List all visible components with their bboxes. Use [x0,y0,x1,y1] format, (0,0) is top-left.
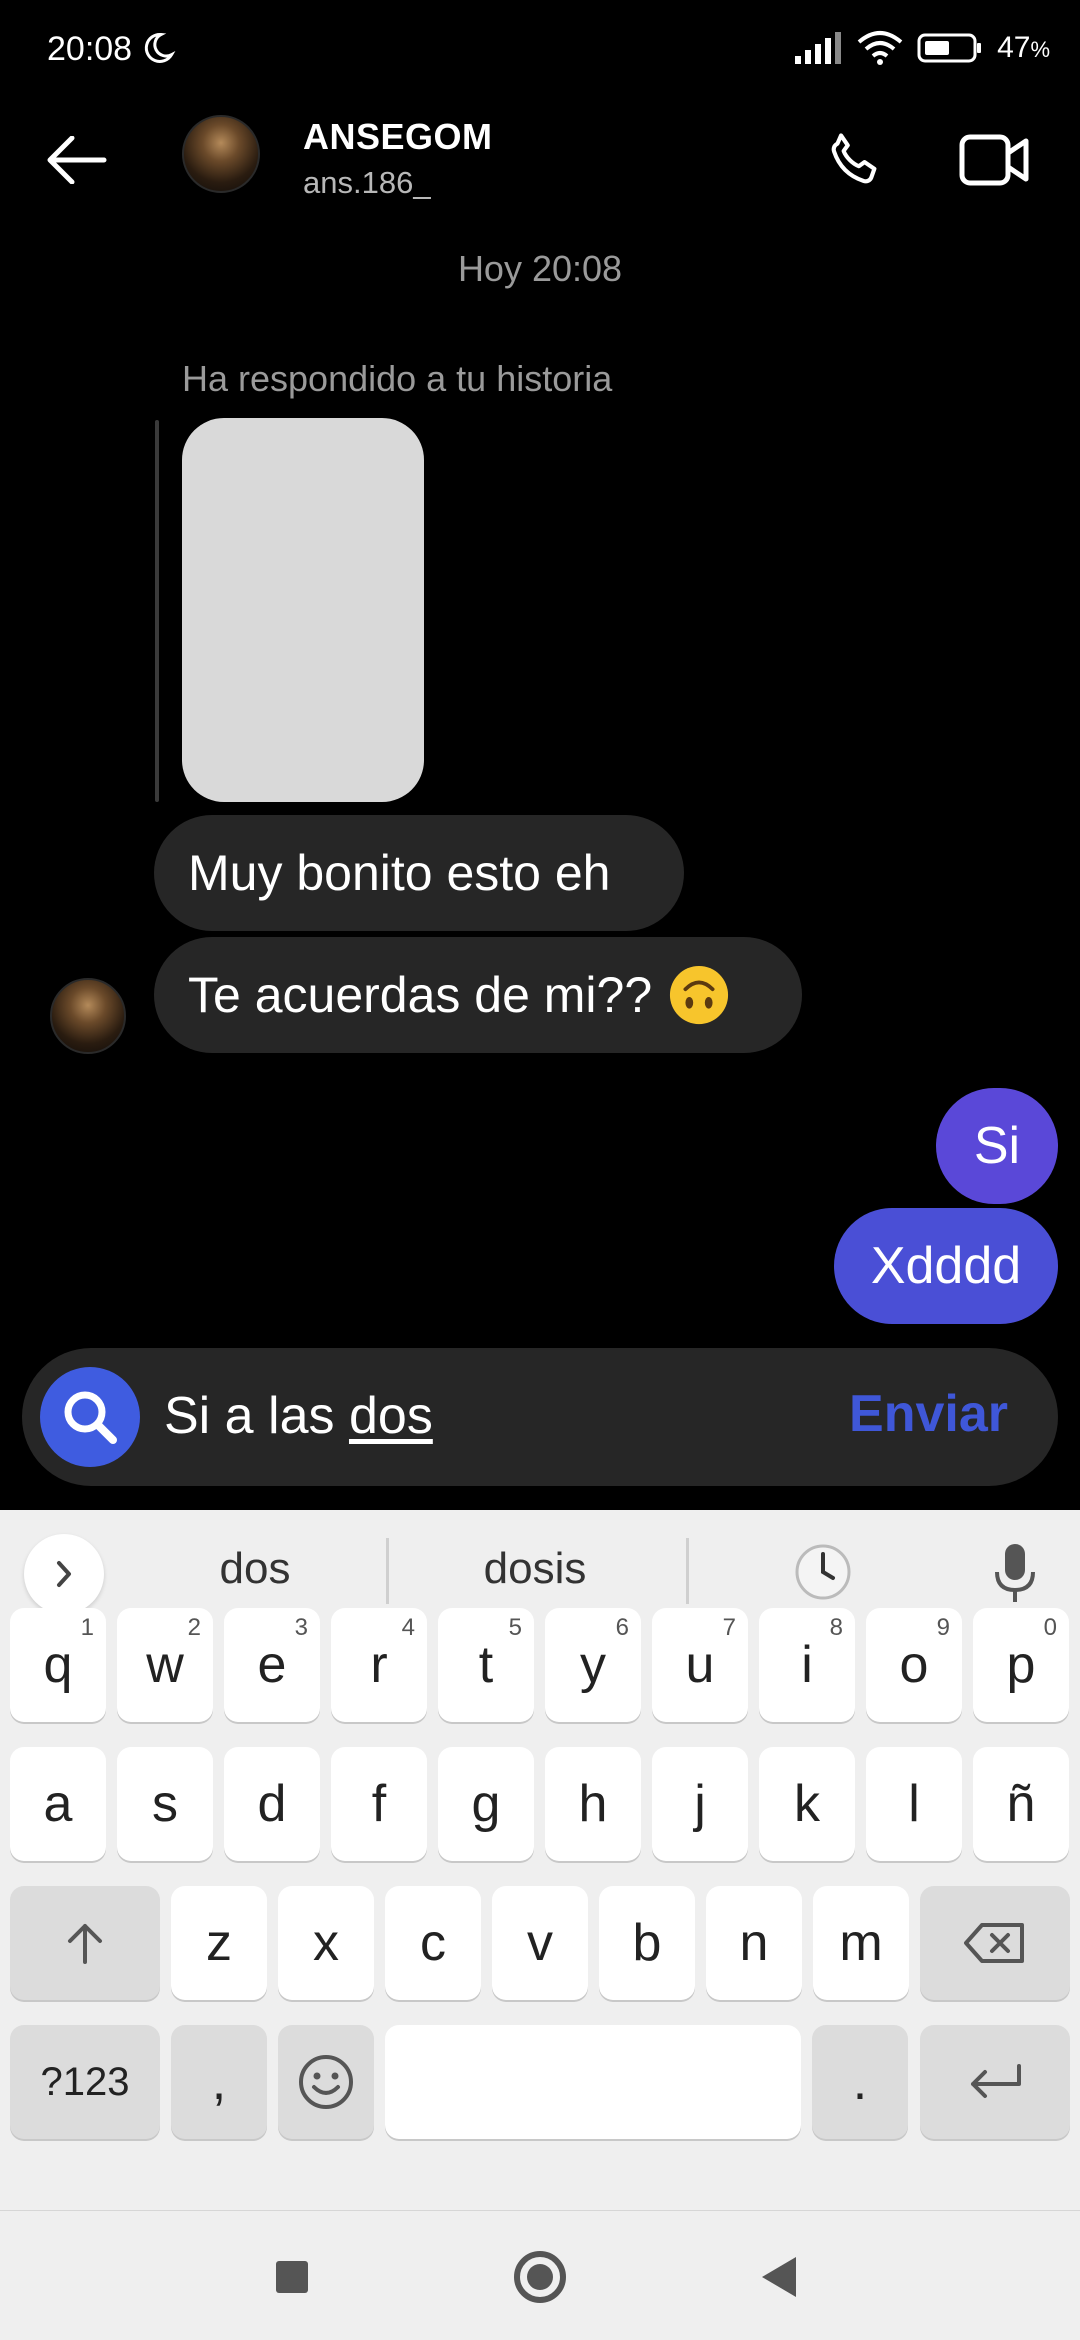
video-call-button[interactable] [950,120,1040,200]
search-button[interactable] [40,1367,140,1467]
suggestion-divider [386,1538,389,1604]
key-a[interactable]: a [10,1747,106,1861]
key-r[interactable]: r4 [331,1608,427,1722]
suggestion-divider [686,1538,689,1604]
key-k[interactable]: k [759,1747,855,1861]
status-icons: 47% [793,30,1050,66]
shift-arrow-icon [68,1924,102,1964]
status-time: 20:08 [47,30,133,68]
search-icon [64,1391,117,1444]
key-v[interactable]: v [492,1886,588,2000]
expand-toolbar-button[interactable] [24,1534,104,1614]
key-g[interactable]: g [438,1747,534,1861]
key-q[interactable]: q1 [10,1608,106,1722]
key-s[interactable]: s [117,1747,213,1861]
key-n[interactable]: n [706,1886,802,2000]
message-text: Xdddd [870,1237,1022,1295]
key-enye[interactable]: ñ [973,1747,1069,1861]
chat-header: ANSEGOM ans.186_ [0,100,1080,220]
chat-timestamp: Hoy 20:08 [457,248,623,289]
key-z[interactable]: z [171,1886,267,2000]
smiley-icon [299,2055,353,2109]
status-bar: 20:08 47% [0,0,1080,100]
key-f[interactable]: f [331,1747,427,1861]
input-text: Si a las [164,1387,349,1445]
enter-key[interactable] [920,2025,1070,2139]
shift-key[interactable] [10,1886,160,2000]
sender-avatar[interactable] [50,978,126,1054]
symbols-key[interactable]: ?123 [10,2025,160,2139]
key-l[interactable]: l [866,1747,962,1861]
key-t[interactable]: t5 [438,1608,534,1722]
suggestion-item[interactable]: dosis [455,1544,615,1594]
upside-down-face-emoji [670,965,729,1025]
message-text: Muy bonito esto eh [188,845,611,901]
video-camera-icon [959,134,1029,186]
battery-icon [917,33,982,63]
home-button[interactable] [514,2251,566,2303]
moon-icon [144,32,176,63]
contact-username[interactable]: ans.186_ [303,165,431,201]
contact-avatar[interactable] [182,115,260,193]
reply-bar [155,420,159,802]
recents-button[interactable] [276,2261,308,2293]
key-m[interactable]: m [813,1886,909,2000]
signal-icon [795,32,842,64]
wifi-icon [857,31,903,65]
received-message[interactable]: Te acuerdas de mi?? [154,937,802,1053]
key-y[interactable]: y6 [545,1608,641,1722]
backspace-key[interactable] [920,1886,1070,2000]
sent-message[interactable]: Xdddd [834,1208,1058,1324]
suggestion-item[interactable]: dos [190,1544,320,1594]
message-input[interactable]: Si a las dos [164,1386,433,1446]
key-w[interactable]: w2 [117,1608,213,1722]
key-x[interactable]: x [278,1886,374,2000]
key-c[interactable]: c [385,1886,481,2000]
contact-name[interactable]: ANSEGOM [303,116,493,158]
key-d[interactable]: d [224,1747,320,1861]
back-button[interactable] [36,120,116,200]
key-i[interactable]: i8 [759,1608,855,1722]
voice-call-button[interactable] [815,120,895,200]
enter-icon [971,2064,1021,2098]
message-text: Te acuerdas de mi?? [188,967,653,1023]
key-j[interactable]: j [652,1747,748,1861]
backspace-icon [964,1923,1024,1963]
story-reply-note: Ha respondido a tu historia [182,358,613,399]
space-key[interactable] [385,2025,801,2139]
message-composer[interactable]: Si a las dos Enviar [22,1348,1058,1486]
key-b[interactable]: b [599,1886,695,2000]
input-composing-word: dos [348,1387,433,1445]
key-p[interactable]: p0 [973,1608,1069,1722]
message-text: Si [973,1117,1021,1175]
comma-key[interactable]: , [171,2025,267,2139]
phone-icon [831,133,877,184]
key-o[interactable]: o9 [866,1608,962,1722]
chevron-right-icon [57,1561,71,1587]
period-key[interactable]: . [812,2025,908,2139]
key-h[interactable]: h [545,1747,641,1861]
story-thumbnail[interactable] [182,418,424,802]
battery-percent: 47% [997,31,1050,64]
clock-icon[interactable] [793,1542,853,1602]
navigation-bar [0,2210,1080,2340]
sent-message[interactable]: Si [936,1088,1058,1204]
microphone-icon[interactable] [990,1540,1040,1606]
back-arrow-icon [47,136,107,184]
send-button[interactable]: Enviar [849,1384,1008,1444]
received-message[interactable]: Muy bonito esto eh [154,815,684,931]
emoji-key[interactable] [278,2025,374,2139]
key-e[interactable]: e3 [224,1608,320,1722]
nav-back-button[interactable] [762,2257,796,2297]
key-u[interactable]: u7 [652,1608,748,1722]
